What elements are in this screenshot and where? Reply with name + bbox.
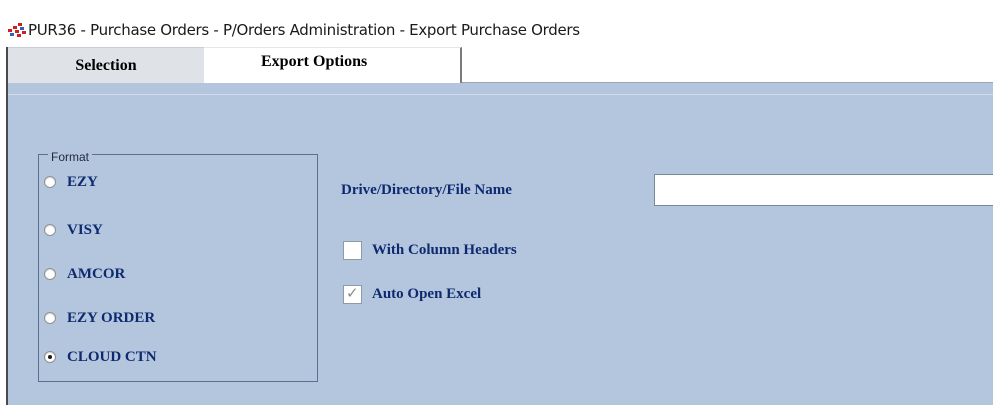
radio-format-ezy-order[interactable]: EZY ORDER: [44, 307, 155, 329]
radio-button-icon[interactable]: [44, 312, 56, 324]
window-title: PUR36 - Purchase Orders - P/Orders Admin…: [28, 21, 580, 39]
checkbox-label: Auto Open Excel: [372, 285, 482, 302]
checkbox-checked-icon[interactable]: ✓: [343, 283, 362, 304]
radio-format-amcor[interactable]: AMCOR: [44, 263, 125, 285]
radio-label: CLOUD CTN: [67, 348, 157, 365]
tab-export-options[interactable]: Export Options: [204, 47, 462, 83]
radio-label: VISY: [67, 221, 103, 238]
file-name-input[interactable]: [654, 174, 993, 206]
radio-button-icon[interactable]: [44, 268, 56, 280]
checkbox-label: With Column Headers: [372, 241, 517, 258]
radio-label: AMCOR: [67, 265, 126, 282]
radio-label: EZY: [67, 173, 98, 190]
radio-button-checked-icon[interactable]: [44, 351, 56, 363]
format-group-legend: Format: [48, 150, 93, 164]
radio-button-icon[interactable]: [44, 176, 56, 188]
radio-format-cloud-ctn[interactable]: CLOUD CTN: [44, 346, 157, 368]
export-window: PUR36 - Purchase Orders - P/Orders Admin…: [0, 0, 993, 405]
radio-button-icon[interactable]: [44, 224, 56, 236]
panel-separator: [8, 94, 993, 95]
tab-export-options-label: Export Options: [261, 53, 368, 70]
radio-label: EZY ORDER: [67, 309, 156, 326]
tab-selection-label: Selection: [75, 56, 137, 74]
checkbox-auto-open-excel[interactable]: ✓ Auto Open Excel: [343, 283, 481, 305]
radio-format-ezy[interactable]: EZY: [44, 171, 98, 193]
checkbox-icon[interactable]: [343, 240, 362, 260]
checkmark-icon: ✓: [346, 283, 359, 302]
tab-strip: Selection Export Options: [8, 47, 993, 83]
file-name-label: Drive/Directory/File Name: [341, 182, 512, 198]
title-bar: PUR36 - Purchase Orders - P/Orders Admin…: [0, 0, 993, 47]
app-logo-icon: [8, 23, 26, 37]
tab-selection[interactable]: Selection: [8, 47, 204, 83]
checkbox-with-column-headers[interactable]: With Column Headers: [343, 239, 517, 261]
radio-format-visy[interactable]: VISY: [44, 219, 103, 241]
